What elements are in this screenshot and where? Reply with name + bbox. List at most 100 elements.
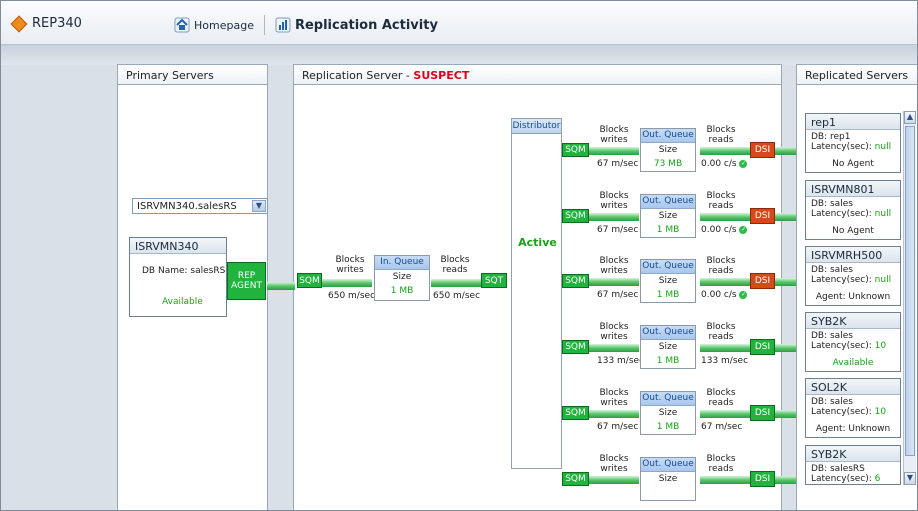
rep-agent-box[interactable]: REP AGENT bbox=[227, 262, 266, 300]
inbound-write-rate: 650 m/sec bbox=[328, 291, 376, 301]
outbound-blocks-writes-label: Blocks writes bbox=[599, 125, 629, 145]
top-toolbar: REP340 Homepage Replication Activity bbox=[1, 1, 917, 45]
dsi-box[interactable]: DSI bbox=[750, 405, 775, 421]
outbound-read-pipe bbox=[700, 410, 750, 418]
chevron-down-icon[interactable]: ▼ bbox=[252, 200, 266, 212]
replicated-server-card[interactable]: ISRVMRH500 DB: sales Latency(sec): null … bbox=[805, 246, 901, 306]
replicated-agent-status: Available bbox=[832, 358, 874, 368]
distributor-panel[interactable]: Distributor Active bbox=[511, 118, 562, 469]
replicated-link bbox=[775, 147, 796, 155]
replicated-server-card[interactable]: SYB2K DB: salesRS Latency(sec): 6 bbox=[805, 445, 901, 485]
outbound-queue-title: Out. Queue bbox=[641, 458, 695, 472]
ok-check-icon: ✓ bbox=[739, 290, 748, 299]
home-icon[interactable] bbox=[174, 17, 190, 33]
homepage-link[interactable]: Homepage bbox=[194, 19, 254, 32]
outbound-read-rate: 0.00 c/s ✓ bbox=[701, 159, 748, 169]
outbound-queue[interactable]: Out. Queue Size bbox=[640, 457, 696, 501]
replicated-scrollbar[interactable]: ▲ ▼ bbox=[903, 111, 916, 485]
dsi-box[interactable]: DSI bbox=[750, 471, 775, 487]
replicated-server-card[interactable]: SOL2K DB: sales Latency(sec): 10 Agent: … bbox=[805, 378, 901, 438]
inbound-blocks-writes-label: Blocks writes bbox=[335, 255, 365, 275]
ok-check-icon: ✓ bbox=[739, 159, 748, 168]
outbound-sqm-box[interactable]: SQM bbox=[562, 472, 589, 486]
inbound-queue[interactable]: In. Queue Size 1 MB bbox=[374, 255, 430, 301]
latency-value: null bbox=[874, 142, 892, 152]
outbound-write-rate: 133 m/sec bbox=[597, 356, 645, 366]
latency-value: null bbox=[874, 275, 892, 285]
outbound-read-rate: 0.00 c/s ✓ bbox=[701, 290, 748, 300]
outbound-write-rate: 67 m/sec bbox=[597, 225, 639, 235]
breadcrumb-divider bbox=[263, 15, 265, 35]
outbound-queue-title: Out. Queue bbox=[641, 195, 695, 209]
outbound-sqm-box[interactable]: SQM bbox=[562, 209, 589, 223]
replicated-link bbox=[775, 344, 796, 352]
outbound-sqm-box[interactable]: SQM bbox=[562, 340, 589, 354]
outbound-write-pipe bbox=[589, 344, 639, 352]
replicated-server-card[interactable]: ISRVMN801 DB: sales Latency(sec): null N… bbox=[805, 180, 901, 240]
outbound-queue[interactable]: Out. Queue Size 1 MB bbox=[640, 391, 696, 435]
primary-server-card[interactable]: ISRVMN340 DB Name: salesRS Available bbox=[129, 237, 227, 317]
replicated-db-name: DB: sales bbox=[811, 397, 853, 407]
selected-server-value: ISRVMN340.salesRS bbox=[137, 201, 237, 212]
outbound-queue-size-label: Size bbox=[658, 342, 678, 352]
outbound-queue[interactable]: Out. Queue Size 1 MB bbox=[640, 194, 696, 238]
replicated-link bbox=[775, 476, 796, 484]
latency-value: null bbox=[874, 209, 892, 219]
replicated-latency: Latency(sec): null bbox=[811, 209, 891, 219]
dsi-box[interactable]: DSI bbox=[750, 273, 775, 289]
replicated-server-name: SOL2K bbox=[806, 379, 900, 395]
outbound-queue[interactable]: Out. Queue Size 1 MB bbox=[640, 325, 696, 369]
replicated-agent-status: Agent: Unknown bbox=[815, 424, 891, 434]
outbound-blocks-reads-label: Blocks reads bbox=[706, 125, 736, 145]
outbound-queue-size-value: 1 MB bbox=[656, 290, 680, 300]
outbound-queue[interactable]: Out. Queue Size 1 MB bbox=[640, 259, 696, 303]
inbound-read-rate: 650 m/sec bbox=[433, 291, 481, 301]
distributor-status: Active bbox=[518, 236, 557, 249]
dsi-box[interactable]: DSI bbox=[750, 208, 775, 224]
replication-activity-window: REP340 Homepage Replication Activity Pri… bbox=[0, 0, 918, 511]
dsi-box[interactable]: DSI bbox=[750, 142, 775, 158]
latency-label: Latency(sec): bbox=[811, 209, 875, 219]
outbound-write-pipe bbox=[589, 278, 639, 286]
replicated-db-name: DB: sales bbox=[811, 331, 853, 341]
inbound-blocks-reads-label: Blocks reads bbox=[440, 255, 470, 275]
replicated-latency: Latency(sec): null bbox=[811, 275, 891, 285]
replicated-latency: Latency(sec): 6 bbox=[811, 474, 880, 484]
outbound-queue-title: Out. Queue bbox=[641, 129, 695, 143]
outbound-sqm-box[interactable]: SQM bbox=[562, 274, 589, 288]
rep-agent-link bbox=[267, 282, 295, 290]
outbound-queue-size-label: Size bbox=[658, 211, 678, 221]
replicated-latency: Latency(sec): 10 bbox=[811, 341, 886, 351]
outbound-read-pipe bbox=[700, 278, 750, 286]
scrollbar-thumb[interactable] bbox=[905, 126, 915, 456]
outbound-blocks-reads-label: Blocks reads bbox=[706, 256, 736, 276]
page-title: Replication Activity bbox=[294, 17, 438, 33]
replicated-server-card[interactable]: rep1 DB: rep1 Latency(sec): null No Agen… bbox=[805, 113, 901, 173]
inbound-sqm-box[interactable]: SQM bbox=[297, 273, 322, 288]
scroll-up-icon[interactable]: ▲ bbox=[904, 111, 916, 124]
app-name: REP340 bbox=[32, 16, 82, 31]
outbound-blocks-writes-label: Blocks writes bbox=[599, 322, 629, 342]
outbound-sqm-box[interactable]: SQM bbox=[562, 143, 589, 157]
outbound-read-pipe bbox=[700, 147, 750, 155]
scroll-down-icon[interactable]: ▼ bbox=[904, 472, 916, 485]
outbound-queue-size-value: 1 MB bbox=[656, 422, 680, 432]
outbound-queue-size-label: Size bbox=[658, 145, 678, 155]
status-badge: SUSPECT bbox=[413, 69, 470, 82]
outbound-blocks-reads-label: Blocks reads bbox=[706, 388, 736, 408]
replicated-latency: Latency(sec): null bbox=[811, 142, 891, 152]
app-brand[interactable]: REP340 bbox=[10, 15, 82, 32]
outbound-write-rate: 67 m/sec bbox=[597, 159, 639, 169]
outbound-sqm-box[interactable]: SQM bbox=[562, 406, 589, 420]
replicated-agent-status: Agent: Unknown bbox=[815, 292, 891, 302]
replicated-server-card[interactable]: SYB2K DB: sales Latency(sec): 10 Availab… bbox=[805, 312, 901, 372]
sqt-box[interactable]: SQT bbox=[481, 273, 507, 288]
replicated-servers-title: Replicated Servers bbox=[797, 65, 917, 85]
replicated-server-name: rep1 bbox=[806, 114, 900, 130]
dsi-box[interactable]: DSI bbox=[750, 339, 775, 355]
replicated-agent-status: No Agent bbox=[832, 159, 874, 169]
latency-value: 10 bbox=[874, 341, 887, 351]
outbound-queue[interactable]: Out. Queue Size 73 MB bbox=[640, 128, 696, 172]
primary-server-select[interactable]: ISRVMN340.salesRS ▼ bbox=[132, 198, 268, 214]
primary-status: Available bbox=[162, 297, 203, 307]
